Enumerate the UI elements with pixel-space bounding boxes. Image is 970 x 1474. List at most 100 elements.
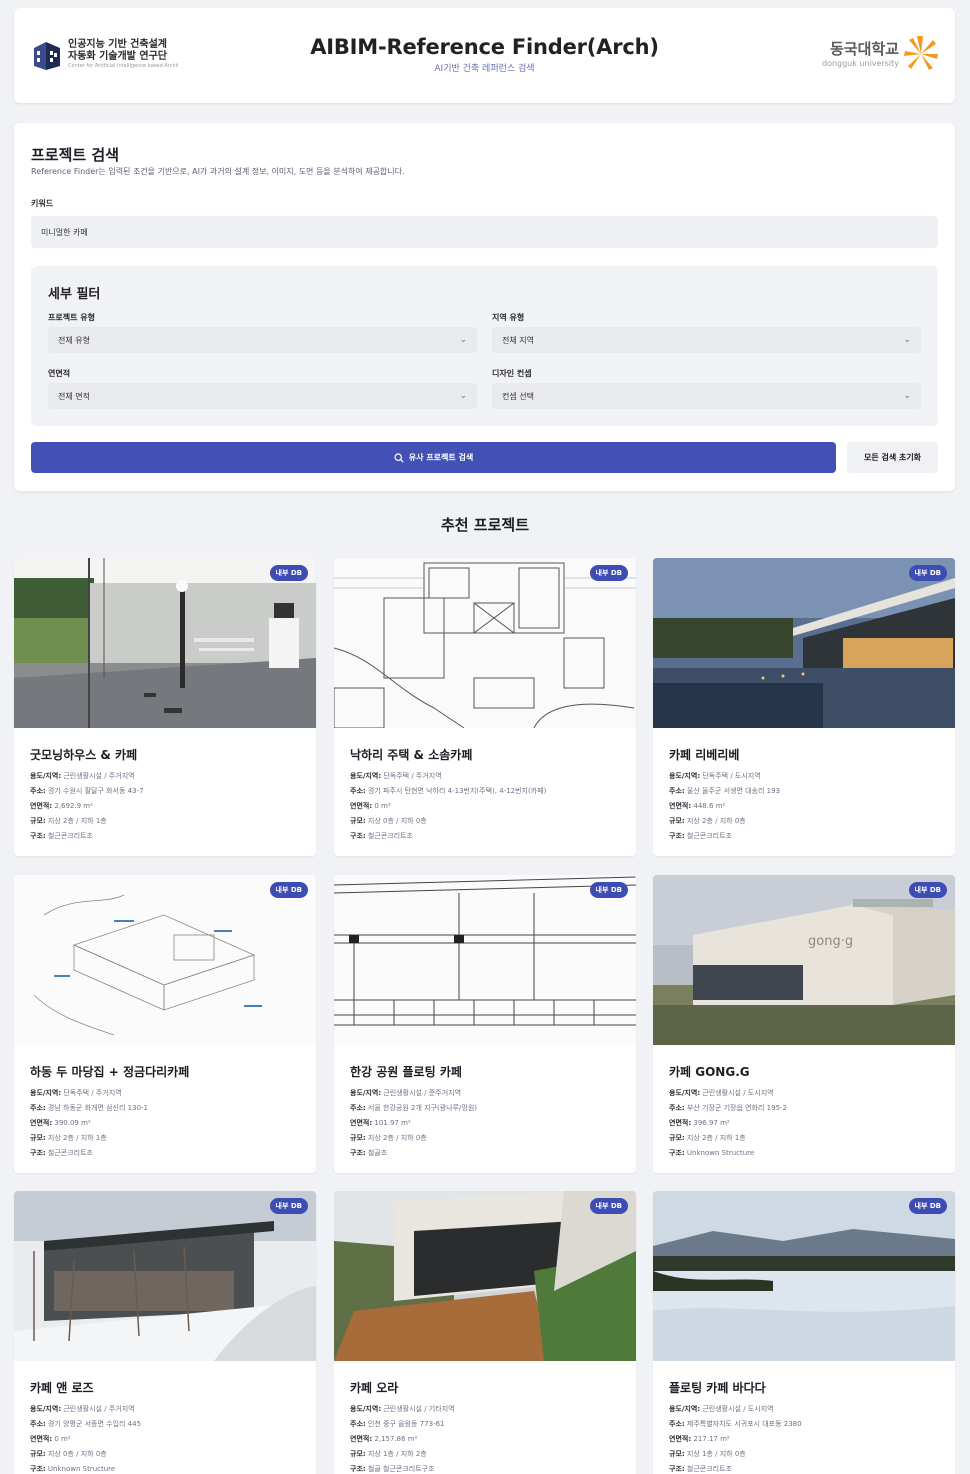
scale-value: 지상 0층 / 지하 0층 [367,817,427,825]
area-value: 217.17 m² [693,1435,730,1443]
project-details: 용도/지역: 근린생활시설 / 도시지역 주소: 제주특별자치도 서귀포시 대포… [669,1402,802,1474]
project-card[interactable]: gong·g 내부 DB 카페 GONG.G 용도/지역: 근린생활시설 / 도… [653,875,955,1173]
address-value: 인천 중구 을왕동 773-61 [367,1420,445,1428]
filter-area-value: 전체 면적 [58,391,90,401]
search-title: 프로젝트 검색 [31,146,120,164]
project-details: 용도/지역: 근린생활시설 / 주거지역 주소: 경기 양평군 서종면 수입리 … [30,1402,141,1474]
area-value: 2,157.86 m² [374,1435,418,1443]
area-label: 연면적: [669,1435,692,1443]
project-image [653,558,955,728]
project-details: 용도/지역: 근린생활시설 / 주거지역 주소: 경기 수원시 팔달구 화서동 … [30,769,144,844]
scale-value: 지상 0층 / 지하 0층 [47,1450,107,1458]
project-card[interactable]: 내부 DB 카페 앤 로즈 용도/지역: 근린생활시설 / 주거지역 주소: 경… [14,1191,316,1474]
area-value: 2,692.9 m² [54,802,93,810]
project-title: 하동 두 마당집 + 정금다리카페 [30,1065,190,1079]
area-label: 연면적: [350,1435,373,1443]
use-value: 단독주택 / 주거지역 [383,772,442,780]
structure-value: 철근콘크리트조 [367,832,414,840]
internal-db-badge: 내부 DB [269,882,308,898]
scale-value: 지상 2층 / 지하 0층 [686,817,746,825]
scale-value: 지상 2층 / 지하 1층 [47,817,107,825]
filter-design-concept-select[interactable]: 컨셉 선택 ⌄ [492,383,921,409]
address-label: 주소: [669,1104,685,1112]
use-label: 용도/지역: [669,772,701,780]
use-value: 근린생활시설 / 도시지역 [702,1089,774,1097]
area-label: 연면적: [669,1119,692,1127]
internal-db-badge: 내부 DB [908,565,947,581]
chevron-down-icon: ⌄ [903,391,911,401]
filter-region-type-select[interactable]: 전체 지역 ⌄ [492,327,921,353]
filter-region-type-label: 지역 유형 [492,313,525,322]
use-label: 용도/지역: [30,1405,62,1413]
internal-db-badge: 내부 DB [269,565,308,581]
project-card[interactable]: 내부 DB 카페 오라 용도/지역: 근린생활시설 / 기타지역 주소: 인천 … [334,1191,636,1474]
address-value: 경기 수원시 팔달구 화서동 43-7 [47,787,144,795]
use-label: 용도/지역: [350,772,382,780]
project-card[interactable]: 내부 DB 낙하리 주택 & 소솜카페 용도/지역: 단독주택 / 주거지역 주… [334,558,636,856]
use-value: 근린생활시설 / 기타지역 [383,1405,455,1413]
project-card[interactable]: 내부 DB 플로팅 카페 바다다 용도/지역: 근린생활시설 / 도시지역 주소… [653,1191,955,1474]
project-card[interactable]: 내부 DB 하동 두 마당집 + 정금다리카페 용도/지역: 단독주택 / 주거… [14,875,316,1173]
scale-label: 규모: [350,817,366,825]
scale-value: 지상 1층 / 지하 2층 [367,1450,427,1458]
project-details: 용도/지역: 단독주택 / 주거지역 주소: 경기 파주시 탄현면 낙하리 4-… [350,769,546,844]
structure-value: 철근콘크리트조 [686,832,733,840]
search-button-label: 유사 프로젝트 검색 [408,453,474,462]
filter-design-concept-label: 디자인 컨셉 [492,369,532,378]
chevron-down-icon: ⌄ [459,335,467,345]
filter-project-type-value: 전체 유형 [58,335,90,345]
project-image [14,875,316,1045]
university-logo[interactable]: 동국대학교 dongguk university [822,34,939,72]
search-icon [394,452,404,463]
keyword-label: 키워드 [31,199,54,208]
svg-text:gong·g: gong·g [808,934,853,949]
filter-project-type-select[interactable]: 전체 유형 ⌄ [48,327,477,353]
app-subtitle: AI기반 건축 레퍼런스 검색 [434,64,535,74]
structure-label: 구조: [669,1149,685,1157]
area-value: 390.09 m² [54,1119,91,1127]
project-image [14,1191,316,1361]
structure-value: 철근콘크리트조 [686,1465,733,1473]
search-description: Reference Finder는 입력된 조건을 기반으로, AI가 과거의 … [31,167,405,176]
detail-filters: 세부 필터 프로젝트 유형 전체 유형 ⌄ 지역 유형 전체 지역 ⌄ 연면적 … [31,266,938,426]
structure-label: 구조: [30,832,46,840]
filter-area-select[interactable]: 전체 면적 ⌄ [48,383,477,409]
project-card[interactable]: 내부 DB 카페 리베리베 용도/지역: 단독주택 / 도시지역 주소: 울산 … [653,558,955,856]
scale-label: 규모: [30,1134,46,1142]
use-value: 근린생활시설 / 도시지역 [702,1405,774,1413]
project-details: 용도/지역: 단독주택 / 주거지역 주소: 경남 하동군 화개면 삼신리 13… [30,1086,148,1161]
keyword-input[interactable] [31,216,938,248]
area-label: 연면적: [350,1119,373,1127]
app-title: AIBIM-Reference Finder(Arch) [310,35,659,59]
filters-title: 세부 필터 [48,287,101,302]
scale-value: 지상 2층 / 지하 0층 [367,1134,427,1142]
project-image: gong·g [653,875,955,1045]
area-value: 0 m² [374,802,391,810]
address-value: 울산 울주군 서생면 대송리 193 [686,787,781,795]
structure-label: 구조: [669,1465,685,1473]
use-value: 근린생활시설 / 주거지역 [63,1405,135,1413]
project-card[interactable]: 내부 DB 한강 공원 플로팅 카페 용도/지역: 근린생활시설 / 준주거지역… [334,875,636,1173]
address-label: 주소: [669,787,685,795]
area-value: 396.97 m² [693,1119,730,1127]
scale-value: 지상 1층 / 지하 0층 [686,1450,746,1458]
address-label: 주소: [350,787,366,795]
area-value: 448.6 m² [693,802,726,810]
project-title: 카페 오라 [350,1381,399,1395]
project-image [653,1191,955,1361]
scale-label: 규모: [669,817,685,825]
project-card[interactable]: 내부 DB 굿모닝하우스 & 카페 용도/지역: 근린생활시설 / 주거지역 주… [14,558,316,856]
project-title: 카페 리베리베 [669,748,740,762]
scale-label: 규모: [669,1134,685,1142]
reset-all-button[interactable]: 모든 검색 초기화 [847,442,938,473]
address-value: 경기 파주시 탄현면 낙하리 4-13번지(주택), 4-12번지(카페) [367,787,547,795]
address-label: 주소: [350,1420,366,1428]
address-label: 주소: [350,1104,366,1112]
use-label: 용도/지역: [669,1089,701,1097]
structure-label: 구조: [350,832,366,840]
similar-project-search-button[interactable]: 유사 프로젝트 검색 [31,442,836,473]
project-image [334,875,636,1045]
scale-label: 규모: [30,817,46,825]
area-label: 연면적: [30,1435,53,1443]
project-title: 한강 공원 플로팅 카페 [350,1065,462,1079]
